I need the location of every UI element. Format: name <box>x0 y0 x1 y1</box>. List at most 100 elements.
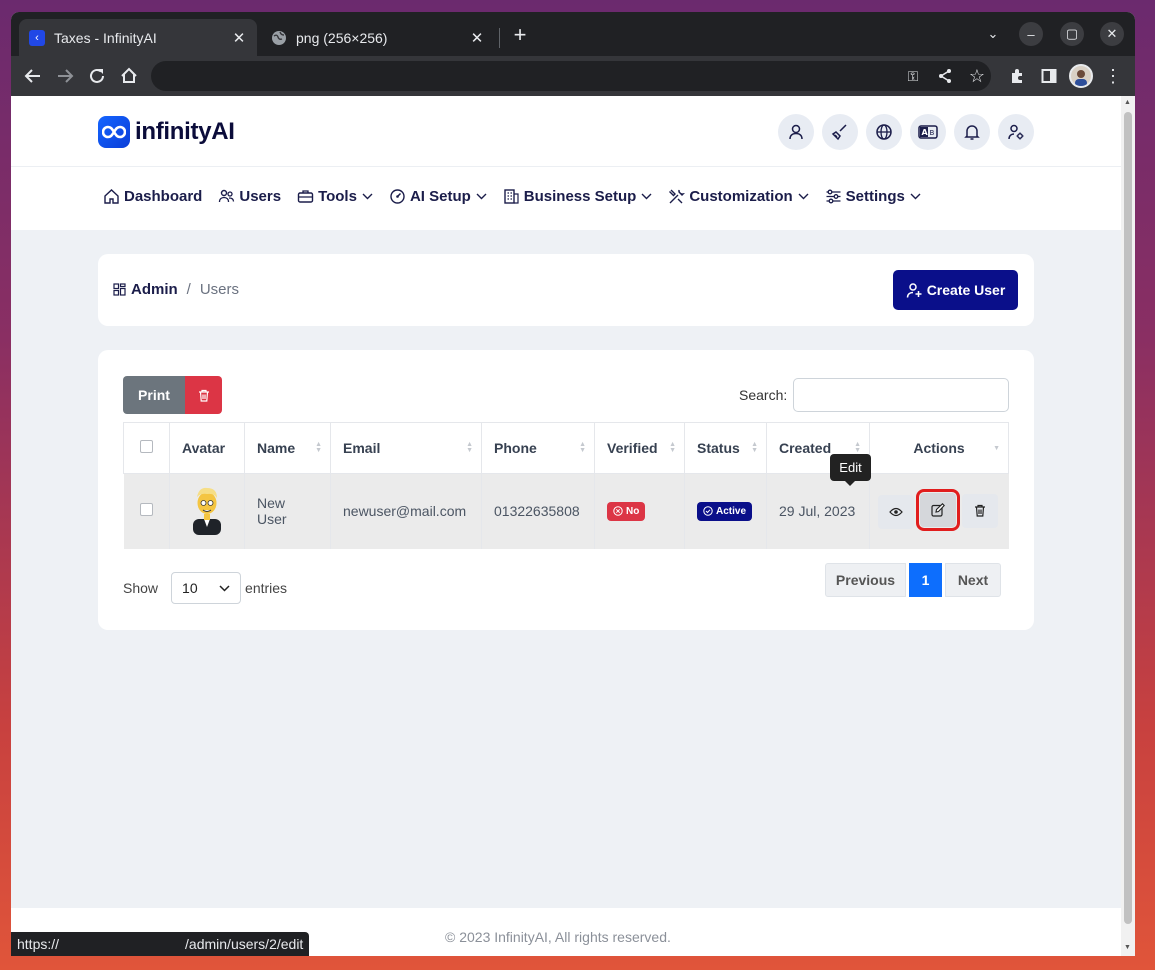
reload-icon[interactable] <box>85 64 109 88</box>
email-cell: newuser@mail.com <box>330 473 482 549</box>
side-panel-icon[interactable] <box>1037 64 1061 88</box>
users-table: Avatar Name ▲ ▼ Email ▲ ▼ Phone ▲ ▼ Verified ▲ ▼… <box>123 422 1009 549</box>
edit-tooltip: Edit <box>830 454 871 486</box>
scrollbar-thumb[interactable] <box>1124 112 1132 924</box>
globe-favicon-icon <box>271 30 287 46</box>
sort-icon: ▼ <box>993 445 1000 452</box>
gauge-icon <box>390 189 405 204</box>
select-all-checkbox[interactable] <box>140 440 153 453</box>
nav-tools[interactable]: Tools <box>297 188 373 205</box>
nav-customization[interactable]: Customization <box>668 188 809 205</box>
sliders-icon <box>826 189 841 204</box>
clear-cache-button[interactable] <box>822 114 858 150</box>
view-button[interactable] <box>878 495 915 530</box>
nav-label: Settings <box>845 188 905 205</box>
breadcrumb: Admin / Users <box>113 281 239 298</box>
row-checkbox[interactable] <box>139 503 153 517</box>
column-header-name[interactable]: Name ▲ ▼ <box>244 422 331 474</box>
chevron-down-icon <box>910 193 921 200</box>
new-tab-button[interactable]: + <box>509 24 531 46</box>
previous-page-button[interactable]: Previous <box>825 563 906 597</box>
profile-avatar[interactable] <box>1069 64 1093 88</box>
print-button[interactable]: Print <box>123 376 185 414</box>
address-bar[interactable] <box>151 61 991 91</box>
tab-search-icon[interactable]: ⌄ <box>981 22 1005 46</box>
profile-button[interactable] <box>778 114 814 150</box>
table-row: New User newuser@mail.com 01322635808 No <box>123 473 1009 549</box>
select-all-header[interactable] <box>123 422 170 474</box>
building-icon <box>504 189 519 204</box>
website-button[interactable] <box>866 114 902 150</box>
page-size-select[interactable]: 10 <box>171 572 242 604</box>
globe-icon <box>876 124 892 140</box>
sort-icon: ▲ ▼ <box>466 441 473 454</box>
page-size-value: 10 <box>182 580 198 596</box>
briefcase-icon <box>297 190 314 203</box>
extensions-icon[interactable] <box>1005 64 1029 88</box>
column-header-phone[interactable]: Phone ▲ ▼ <box>481 422 595 474</box>
bulk-delete-button[interactable] <box>185 376 222 414</box>
create-user-button[interactable]: Create User <box>893 270 1018 310</box>
breadcrumb-card: Admin / Users Create User <box>98 254 1034 326</box>
menu-icon[interactable]: ⋮ <box>1101 64 1125 88</box>
page-1-button[interactable]: 1 <box>909 563 942 597</box>
trash-icon <box>975 505 986 517</box>
scroll-down-icon[interactable]: ▼ <box>1124 944 1131 951</box>
chevron-down-icon <box>798 193 809 200</box>
users-icon <box>219 189 235 203</box>
header-divider <box>11 166 1121 167</box>
nav-label: Users <box>239 188 282 205</box>
language-button[interactable]: AB <box>910 114 946 150</box>
page-size-control: Show 10 entries <box>123 572 287 604</box>
users-table-card: Print Search: Avatar Name ▲ ▼ Email ▲ ▼ Phon… <box>98 350 1034 630</box>
key-icon[interactable]: ⚿ <box>901 64 925 88</box>
trash-icon <box>198 389 209 402</box>
logo[interactable]: infinityAI <box>98 116 235 148</box>
nav-label: Tools <box>318 188 357 205</box>
sort-icon: ▲ ▼ <box>579 441 586 454</box>
next-page-button[interactable]: Next <box>945 563 1001 597</box>
nav-settings[interactable]: Settings <box>825 188 921 205</box>
close-tab-icon[interactable]: ✕ <box>469 29 485 47</box>
bookmark-star-icon[interactable]: ☆ <box>965 64 989 88</box>
avatar <box>193 487 221 535</box>
check-circle-icon <box>703 506 713 516</box>
column-header-actions[interactable]: Actions ▼ <box>869 422 1009 474</box>
home-browser-icon[interactable] <box>117 64 141 88</box>
nav-dashboard[interactable]: Dashboard <box>103 188 202 205</box>
share-icon[interactable] <box>933 64 957 88</box>
status-badge: Active <box>697 501 753 521</box>
close-tab-icon[interactable]: ✕ <box>231 29 247 47</box>
tab-strip: ‹ Taxes - InfinityAI ✕ png (256×256) ✕ +… <box>11 12 1135 56</box>
scroll-up-icon[interactable]: ▲ <box>1124 99 1131 106</box>
minimize-icon[interactable]: – <box>1019 22 1043 46</box>
tab-separator <box>499 28 500 48</box>
copyright-text: © 2023 InfinityAI, All rights reserved. <box>445 929 671 945</box>
account-settings-button[interactable] <box>998 114 1034 150</box>
page-scrollbar[interactable]: ▲ ▼ <box>1121 96 1135 956</box>
maximize-icon[interactable]: ▢ <box>1060 22 1084 46</box>
logo-text: infinityAI <box>135 118 235 145</box>
column-header-status[interactable]: Status ▲ ▼ <box>684 422 767 474</box>
forward-icon[interactable] <box>53 64 77 88</box>
tab-taxes[interactable]: ‹ Taxes - InfinityAI ✕ <box>19 19 257 56</box>
close-window-icon[interactable]: ✕ <box>1100 22 1124 46</box>
breadcrumb-admin-link[interactable]: Admin <box>131 281 178 298</box>
back-icon[interactable] <box>21 64 45 88</box>
home-icon <box>104 189 119 204</box>
browser-toolbar: ⚿ ☆ ⋮ <box>11 56 1135 96</box>
edit-button[interactable] <box>916 489 961 532</box>
nav-ai-setup[interactable]: AI Setup <box>389 188 487 205</box>
dashboard-icon <box>113 283 126 296</box>
notifications-button[interactable] <box>954 114 990 150</box>
column-header-email[interactable]: Email ▲ ▼ <box>330 422 482 474</box>
column-header-avatar: Avatar <box>169 422 245 474</box>
nav-business-setup[interactable]: Business Setup <box>503 188 653 205</box>
verified-cell: No <box>594 473 685 549</box>
search-input[interactable] <box>793 378 1009 412</box>
tab-png[interactable]: png (256×256) ✕ <box>261 19 495 56</box>
nav-users[interactable]: Users <box>218 188 281 205</box>
column-header-verified[interactable]: Verified ▲ ▼ <box>594 422 685 474</box>
app-favicon-icon: ‹ <box>29 29 45 46</box>
delete-button[interactable] <box>962 493 999 528</box>
